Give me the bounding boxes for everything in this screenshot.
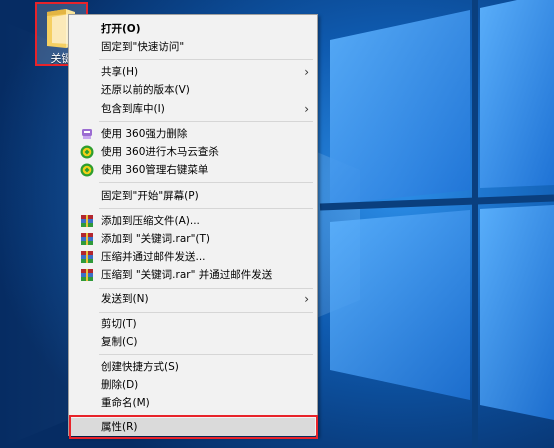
menu-item-pin-quick-access[interactable]: 固定到"快速访问" (71, 38, 315, 56)
menu-label: 压缩到 "关键词.rar" 并通过邮件发送 (101, 269, 273, 281)
menu-label: 包含到库中(I) (101, 103, 165, 115)
menu-item-properties[interactable]: 属性(R) (69, 415, 318, 439)
submenu-arrow-icon: › (304, 102, 309, 116)
menu-item-cut[interactable]: 剪切(T) (71, 315, 315, 333)
360-shred-icon (82, 129, 92, 139)
menu-label: 固定到"快速访问" (101, 41, 185, 53)
menu-item-create-shortcut[interactable]: 创建快捷方式(S) (71, 358, 315, 376)
menu-label: 添加到压缩文件(A)... (101, 215, 200, 227)
menu-label: 属性(R) (101, 421, 138, 433)
menu-item-add-to-rar[interactable]: 添加到 "关键词.rar"(T) (71, 230, 315, 248)
menu-item-rename[interactable]: 重命名(M) (71, 394, 315, 412)
menu-label: 重命名(M) (101, 397, 150, 409)
menu-label: 复制(C) (101, 336, 138, 348)
menu-label: 剪切(T) (101, 318, 137, 330)
menu-item-360-trojan-scan[interactable]: 使用 360进行木马云查杀 (71, 143, 315, 161)
menu-label: 固定到"开始"屏幕(P) (101, 190, 199, 202)
menu-label: 创建快捷方式(S) (101, 361, 179, 373)
menu-separator (99, 59, 313, 60)
menu-item-send-to[interactable]: 发送到(N) › (71, 290, 315, 308)
menu-item-include-in-library[interactable]: 包含到库中(I) › (71, 100, 315, 118)
winrar-icon (81, 215, 93, 227)
winrar-icon (81, 269, 93, 281)
menu-separator (99, 121, 313, 122)
context-menu: 打开(O) 固定到"快速访问" 共享(H) › 还原以前的版本(V) 包含到库中… (68, 14, 318, 439)
menu-item-restore-previous[interactable]: 还原以前的版本(V) (71, 81, 315, 99)
desktop: 关键 打开(O) 固定到"快速访问" 共享(H) › 还原以前的版本(V) 包含… (0, 0, 554, 448)
menu-item-pin-start[interactable]: 固定到"开始"屏幕(P) (71, 187, 315, 205)
winrar-icon (81, 233, 93, 245)
menu-item-add-to-archive[interactable]: 添加到压缩文件(A)... (71, 212, 315, 230)
menu-label: 共享(H) (101, 66, 139, 78)
menu-label: 删除(D) (101, 379, 139, 391)
menu-separator (99, 312, 313, 313)
winrar-icon (81, 251, 93, 263)
menu-separator (99, 182, 313, 183)
menu-item-360-shred[interactable]: 使用 360强力删除 (71, 125, 315, 143)
menu-item-delete[interactable]: 删除(D) (71, 376, 315, 394)
menu-item-compress-email[interactable]: 压缩并通过邮件发送... (71, 248, 315, 266)
360-security-icon (80, 163, 94, 177)
menu-item-compress-rar-email[interactable]: 压缩到 "关键词.rar" 并通过邮件发送 (71, 266, 315, 284)
menu-label: 使用 360进行木马云查杀 (101, 146, 219, 158)
menu-label: 添加到 "关键词.rar"(T) (101, 233, 211, 245)
menu-item-open[interactable]: 打开(O) (71, 20, 315, 38)
menu-separator (99, 208, 313, 209)
menu-item-share[interactable]: 共享(H) › (71, 63, 315, 81)
menu-separator (99, 288, 313, 289)
menu-item-360-manage-menu[interactable]: 使用 360管理右键菜单 (71, 161, 315, 179)
menu-label: 压缩并通过邮件发送... (101, 251, 206, 263)
menu-label: 发送到(N) (101, 293, 149, 305)
360-security-icon (80, 145, 94, 159)
submenu-arrow-icon: › (304, 65, 309, 79)
menu-label: 打开(O) (101, 23, 141, 35)
menu-separator (99, 354, 313, 355)
menu-label: 使用 360强力删除 (101, 128, 188, 140)
menu-item-copy[interactable]: 复制(C) (71, 333, 315, 351)
menu-label: 还原以前的版本(V) (101, 84, 190, 96)
menu-label: 使用 360管理右键菜单 (101, 164, 209, 176)
submenu-arrow-icon: › (304, 292, 309, 306)
